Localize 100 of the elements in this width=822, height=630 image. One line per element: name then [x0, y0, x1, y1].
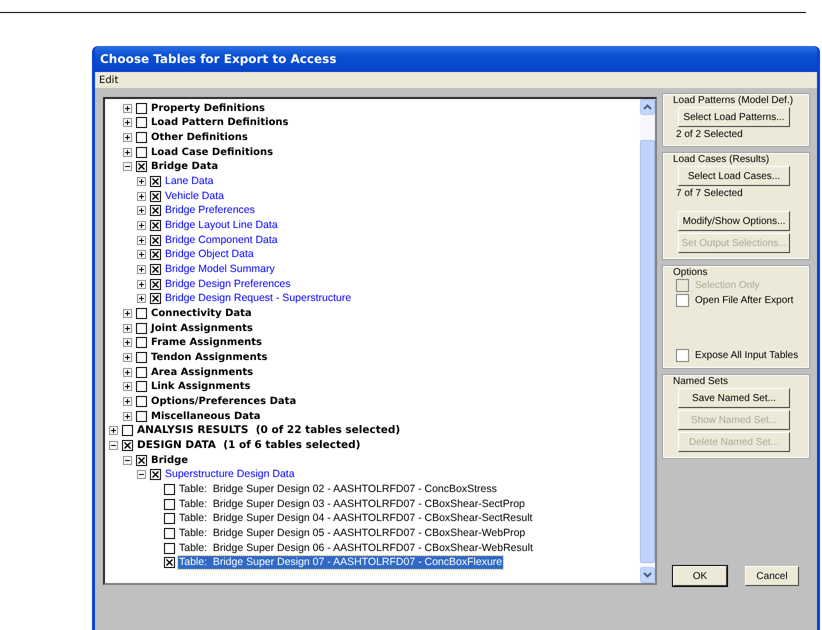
checkbox[interactable] — [150, 249, 161, 260]
tree-item[interactable]: Area Assignments — [150, 366, 254, 379]
checkbox[interactable] — [150, 264, 161, 276]
checkbox[interactable] — [676, 349, 689, 362]
checkbox[interactable] — [164, 498, 175, 510]
expand-icon[interactable] — [137, 250, 146, 260]
checkbox[interactable] — [136, 337, 147, 348]
tree-item[interactable]: Link Assignments — [150, 380, 252, 394]
tree-item[interactable]: Lane Data — [164, 175, 214, 188]
action-button[interactable]: Save Named Set... — [678, 388, 790, 408]
checkbox[interactable] — [150, 234, 161, 246]
expand-icon[interactable] — [123, 352, 132, 362]
tree-item[interactable]: Table: Bridge Super Design 07 - AASHTOLRFD07 - ConcBoxFlexure — [178, 556, 504, 570]
action-button[interactable]: Modify/Show Options... — [678, 211, 790, 231]
checkbox[interactable] — [164, 542, 175, 554]
tree-item[interactable]: Bridge Data — [150, 160, 220, 174]
tree-item[interactable]: Table: Bridge Super Design 05 - AASHTOLRFD07 - CBoxShear-WebProp — [178, 526, 526, 540]
tree-item[interactable]: Options/Preferences Data — [150, 394, 298, 408]
expand-icon[interactable] — [123, 104, 132, 113]
expand-icon[interactable] — [137, 177, 146, 186]
checkbox[interactable] — [150, 205, 161, 216]
tree-item[interactable]: Bridge Layout Line Data — [164, 219, 279, 232]
checkbox[interactable] — [136, 146, 147, 158]
tree-item[interactable]: Superstructure Design Data — [164, 468, 296, 482]
expand-icon[interactable] — [123, 309, 132, 318]
checkbox[interactable] — [136, 352, 147, 363]
checkbox[interactable] — [136, 132, 147, 144]
tree-item[interactable]: Bridge Object Data — [164, 248, 255, 262]
tree-item[interactable]: Table: Bridge Super Design 04 - AASHTOLRFD07 - CBoxShear-SectResult — [178, 512, 534, 526]
expand-icon[interactable] — [137, 280, 146, 289]
checkbox[interactable] — [164, 484, 175, 495]
tree-item[interactable]: Bridge Preferences — [164, 204, 256, 218]
tree-item[interactable]: Bridge Component Data — [164, 234, 279, 247]
scroll-up-icon[interactable] — [640, 99, 655, 115]
expand-icon[interactable] — [123, 382, 132, 392]
tree-item[interactable]: Joint Assignments — [150, 322, 254, 335]
checkbox[interactable] — [150, 278, 161, 290]
tree-item[interactable]: Table: Bridge Super Design 06 - AASHTOLRFD07 - CBoxShear-WebResult — [178, 542, 534, 555]
tree-item[interactable]: Tendon Assignments — [150, 350, 268, 364]
checkbox[interactable] — [164, 557, 175, 568]
expand-icon[interactable] — [123, 338, 132, 348]
collapse-icon[interactable] — [123, 456, 132, 465]
scroll-down-icon[interactable] — [640, 567, 655, 583]
collapse-icon[interactable] — [123, 162, 132, 172]
collapse-icon[interactable] — [137, 470, 146, 480]
checkbox[interactable] — [136, 102, 147, 114]
checkbox[interactable] — [150, 220, 161, 232]
expand-icon[interactable] — [123, 324, 132, 333]
tree-item[interactable]: Bridge Design Request - Superstructure — [164, 292, 352, 306]
checkbox[interactable] — [150, 176, 161, 188]
expand-icon[interactable] — [109, 426, 118, 436]
checkbox[interactable] — [136, 366, 147, 378]
checkbox[interactable] — [122, 440, 133, 451]
checkbox[interactable] — [150, 190, 161, 202]
action-button[interactable]: Select Load Patterns... — [678, 107, 790, 127]
checkbox[interactable] — [136, 410, 147, 422]
expand-icon[interactable] — [137, 236, 146, 245]
checkbox[interactable] — [136, 308, 147, 320]
checkbox[interactable] — [150, 293, 161, 304]
checkbox[interactable] — [136, 322, 147, 334]
dialog-button[interactable]: Cancel — [745, 566, 799, 586]
checkbox[interactable] — [164, 528, 175, 539]
checkbox[interactable] — [136, 396, 147, 407]
expand-icon[interactable] — [123, 133, 132, 142]
expand-icon[interactable] — [123, 368, 132, 377]
tree-item[interactable]: Frame Assignments — [150, 336, 263, 350]
action-button[interactable]: Select Load Cases... — [678, 166, 790, 186]
checkbox[interactable] — [122, 425, 133, 436]
tree-item[interactable]: ANALYSIS RESULTS (0 of 22 tables selected) — [136, 424, 402, 438]
tree-item[interactable]: Bridge — [150, 454, 190, 467]
checkbox[interactable] — [136, 117, 147, 128]
checkbox[interactable] — [164, 513, 175, 524]
tree-item[interactable]: Table: Bridge Super Design 03 - AASHTOLRFD07 - CBoxShear-SectProp — [178, 498, 526, 511]
expand-icon[interactable] — [123, 118, 132, 128]
tree-item[interactable]: Miscellaneous Data — [150, 410, 262, 423]
tree-item[interactable]: Table: Bridge Super Design 02 - AASHTOLRFD07 - ConcBoxStress — [178, 482, 498, 496]
tree-item[interactable]: Other Definitions — [150, 131, 249, 144]
expand-icon[interactable] — [137, 294, 146, 304]
expand-icon[interactable] — [137, 265, 146, 274]
tree-item[interactable]: Bridge Design Preferences — [164, 278, 292, 291]
dialog-button[interactable]: OK — [673, 566, 727, 586]
checkbox[interactable] — [150, 469, 161, 480]
expand-icon[interactable] — [137, 221, 146, 230]
tree-item[interactable]: Load Pattern Definitions — [150, 116, 290, 130]
tree-item[interactable]: Vehicle Data — [164, 190, 225, 203]
tree-item[interactable]: Connectivity Data — [150, 307, 253, 320]
expand-icon[interactable] — [123, 412, 132, 421]
collapse-icon[interactable] — [109, 440, 118, 450]
expand-icon[interactable] — [123, 396, 132, 406]
tree-item[interactable]: DESIGN DATA (1 of 6 tables selected) — [136, 438, 362, 452]
menu-item[interactable]: Edit — [99, 74, 118, 86]
expand-icon[interactable] — [137, 192, 146, 201]
expand-icon[interactable] — [123, 148, 132, 157]
tree-item[interactable]: Bridge Model Summary — [164, 263, 276, 276]
tree-item[interactable]: Load Case Definitions — [150, 146, 274, 159]
checkbox[interactable] — [136, 454, 147, 466]
checkbox[interactable] — [136, 381, 147, 392]
checkbox[interactable] — [136, 161, 147, 172]
checkbox[interactable] — [676, 294, 689, 307]
tree-item[interactable]: Property Definitions — [150, 102, 266, 115]
